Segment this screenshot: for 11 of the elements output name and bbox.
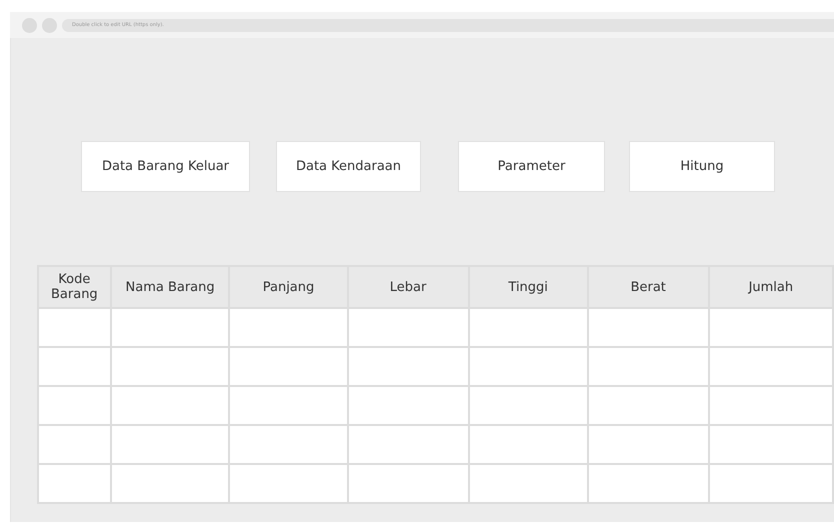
- nav-button[interactable]: Data Kendaraan: [276, 141, 421, 192]
- column-header: Berat: [588, 266, 709, 308]
- nav-button[interactable]: Data Barang Keluar: [81, 141, 250, 192]
- column-header: Tinggi: [468, 266, 588, 308]
- nav-button[interactable]: Hitung: [629, 141, 775, 192]
- column-header: Lebar: [348, 266, 469, 308]
- column-header: Nama Barang: [110, 266, 230, 308]
- nav-button[interactable]: Parameter: [458, 141, 605, 192]
- column-header: Kode Barang: [38, 266, 111, 308]
- column-header: Panjang: [229, 266, 348, 308]
- column-header: Jumlah: [708, 266, 833, 308]
